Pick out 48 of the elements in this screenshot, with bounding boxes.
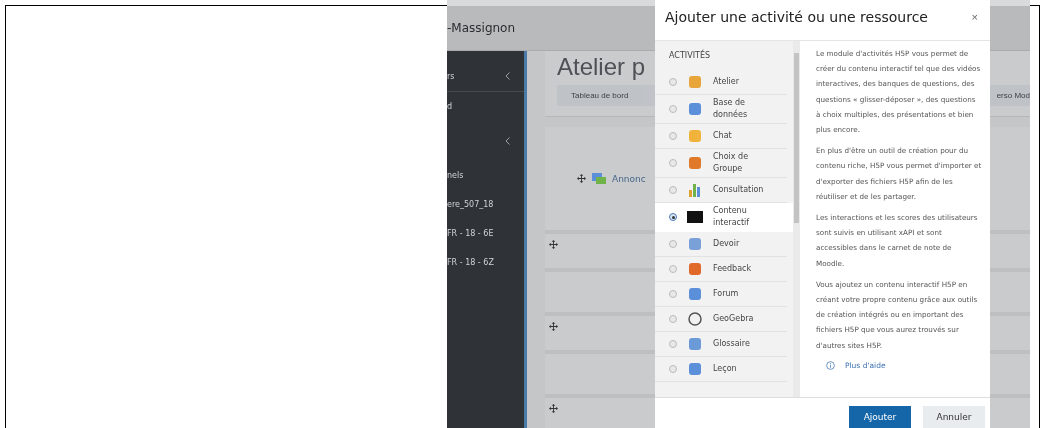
activity-item[interactable]: GeoGebra: [655, 307, 787, 332]
radio-button[interactable]: [669, 186, 677, 194]
radio-button[interactable]: [669, 105, 677, 113]
activity-item[interactable]: Base de données: [655, 95, 787, 124]
move-icon[interactable]: [549, 240, 558, 249]
sidebar-item[interactable]: FR - 18 - 6E: [447, 229, 494, 238]
radio-button[interactable]: [669, 240, 677, 248]
cancel-button[interactable]: Annuler: [923, 406, 985, 428]
list-heading: ACTIVITÉS: [668, 51, 711, 62]
radio-button[interactable]: [669, 132, 677, 140]
move-icon[interactable]: [549, 404, 558, 413]
radio-button[interactable]: [669, 315, 677, 323]
activity-item[interactable]: Atelier: [655, 70, 787, 95]
sidebar-item[interactable]: FR - 18 - 6Z: [447, 258, 494, 267]
add-button[interactable]: Ajouter: [849, 406, 911, 428]
sidebar-item[interactable]: rs: [447, 71, 455, 81]
radio-button[interactable]: [669, 78, 677, 86]
sidebar-item[interactable]: ere_507_18: [447, 200, 494, 209]
site-title: -Massignon: [447, 21, 516, 35]
chevron-left-icon[interactable]: [505, 72, 510, 80]
radio-button[interactable]: [669, 213, 677, 221]
radio-button[interactable]: [669, 265, 677, 273]
chevron-left-icon[interactable]: [505, 137, 510, 145]
bar-chart-icon: [687, 182, 703, 198]
radio-button[interactable]: [669, 290, 677, 298]
move-icon[interactable]: [577, 174, 586, 183]
activity-item[interactable]: Glossaire: [655, 332, 787, 357]
activity-item[interactable]: Devoir: [655, 232, 787, 257]
activity-item[interactable]: Contenu interactif: [655, 203, 793, 232]
move-icon[interactable]: [549, 322, 558, 331]
activity-item[interactable]: Chat: [655, 124, 787, 149]
h5p-icon: [687, 209, 703, 225]
circle-icon: [687, 311, 703, 327]
activity-item[interactable]: Leçon: [655, 357, 787, 382]
dialog-title: Ajouter une activité ou une ressource: [665, 9, 928, 25]
sidebar-item[interactable]: d: [447, 102, 453, 111]
radio-button[interactable]: [669, 340, 677, 348]
sidebar-item[interactable]: nels: [447, 171, 464, 180]
close-button[interactable]: ×: [971, 11, 978, 23]
scrollbar[interactable]: [793, 41, 800, 397]
radio-button[interactable]: [669, 365, 677, 373]
forum-link[interactable]: Annonc: [612, 173, 646, 184]
course-title: Atelier p: [557, 53, 646, 81]
activity-item[interactable]: Choix de Groupe: [655, 149, 787, 178]
activity-item[interactable]: Forum: [655, 282, 787, 307]
info-icon: [826, 360, 835, 370]
activity-item[interactable]: Feedback: [655, 257, 787, 282]
radio-button[interactable]: [669, 159, 677, 167]
